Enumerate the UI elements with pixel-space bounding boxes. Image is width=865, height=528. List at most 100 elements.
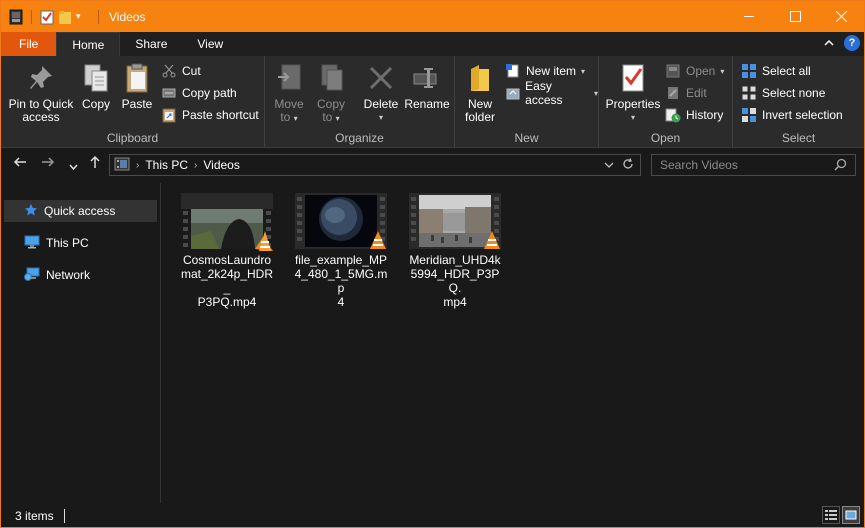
- explorer-app-icon[interactable]: [9, 9, 23, 25]
- properties-button[interactable]: Properties ▾: [605, 62, 661, 124]
- customize-qat-dropdown-icon[interactable]: ▾: [76, 9, 90, 25]
- large-icons-view-button[interactable]: [842, 506, 860, 524]
- sidebar-item-label: This PC: [46, 236, 89, 250]
- item-count: 3 items: [15, 508, 54, 523]
- breadcrumb-chevron-icon[interactable]: ›: [136, 160, 139, 171]
- move-to-button[interactable]: Move to ▾: [273, 62, 305, 125]
- collapse-ribbon-icon[interactable]: [824, 36, 834, 50]
- history-label: History: [686, 108, 724, 122]
- window-controls: [726, 1, 864, 32]
- minimize-button[interactable]: [726, 1, 772, 32]
- invert-selection-button[interactable]: Invert selection: [741, 105, 843, 125]
- up-button[interactable]: [89, 155, 101, 172]
- help-icon[interactable]: ?: [844, 35, 860, 51]
- large-icons-view-icon: [845, 510, 857, 520]
- forward-arrow-icon: [42, 157, 55, 167]
- history-button[interactable]: History: [665, 105, 723, 125]
- properties-qat-icon[interactable]: [40, 9, 54, 25]
- select-group: Select all Select none Invert selection …: [733, 56, 864, 148]
- paste-button[interactable]: Paste: [119, 62, 155, 111]
- select-all-icon: [741, 63, 757, 79]
- copy-path-button[interactable]: Copy path: [161, 83, 237, 103]
- copy-label: Copy: [81, 97, 110, 111]
- easy-access-icon: [505, 85, 520, 101]
- organize-group: Move to ▾ Copy to ▾ Delete ▾ Rename Orga…: [265, 56, 455, 148]
- sidebar-item-label: Quick access: [44, 204, 116, 218]
- search-input[interactable]: [660, 158, 830, 172]
- back-button[interactable]: [13, 155, 27, 172]
- details-view-button[interactable]: [822, 506, 840, 524]
- close-button[interactable]: [818, 1, 864, 32]
- refresh-icon[interactable]: [622, 158, 634, 173]
- file-item-cosmoslaundromat[interactable]: CosmosLaundro mat_2k24p_HDR_ P3PQ.mp4: [179, 191, 275, 309]
- copy-button[interactable]: Copy: [79, 62, 113, 111]
- tab-view[interactable]: View: [182, 32, 238, 56]
- open-icon: [665, 63, 681, 79]
- monitor-icon: [24, 235, 40, 252]
- cut-button[interactable]: Cut: [161, 61, 201, 81]
- navigation-bar: › This PC › Videos: [1, 149, 864, 181]
- breadcrumb-videos[interactable]: Videos: [203, 158, 239, 172]
- video-thumbnail: [409, 191, 501, 251]
- file-item-file-example[interactable]: file_example_MP 4_480_1_5MG.mp 4: [293, 191, 389, 309]
- toolbar-separator: [98, 9, 99, 24]
- back-arrow-icon: [13, 157, 26, 167]
- file-list: CosmosLaundro mat_2k24p_HDR_ P3PQ.mp4 fi…: [162, 183, 864, 503]
- new-folder-button[interactable]: New folder: [461, 62, 499, 124]
- delete-button[interactable]: Delete ▾: [361, 62, 401, 124]
- organize-group-label: Organize: [335, 131, 384, 145]
- tab-file[interactable]: File: [1, 32, 57, 56]
- copy-to-button[interactable]: Copy to ▾: [315, 62, 347, 125]
- open-button[interactable]: Open ▾: [665, 61, 724, 81]
- network-icon: [24, 267, 40, 284]
- paste-label: Paste: [121, 97, 153, 111]
- select-group-label: Select: [781, 131, 816, 145]
- rename-label: Rename: [404, 97, 450, 111]
- history-icon: [665, 107, 681, 123]
- address-dropdown-icon[interactable]: [604, 158, 614, 173]
- select-none-icon: [741, 85, 757, 101]
- pin-to-quick-access-button[interactable]: Pin to Quick access: [7, 62, 75, 124]
- new-item-icon: [505, 63, 521, 79]
- properties-icon: [618, 62, 648, 94]
- new-item-button[interactable]: New item ▾: [505, 61, 585, 81]
- invert-selection-icon: [741, 107, 757, 123]
- rename-icon: [412, 62, 442, 94]
- new-folder-qat-icon[interactable]: [58, 9, 72, 25]
- sidebar-item-this-pc[interactable]: This PC: [4, 232, 157, 254]
- sidebar-item-network[interactable]: Network: [4, 264, 157, 286]
- paste-shortcut-icon: [161, 107, 177, 123]
- breadcrumb-this-pc[interactable]: This PC: [145, 158, 188, 172]
- copy-icon: [81, 62, 111, 94]
- search-box[interactable]: [651, 154, 856, 176]
- copy-to-icon: [316, 62, 346, 94]
- title-bar: ▾ Videos: [1, 1, 864, 32]
- status-bar: 3 items: [1, 504, 864, 527]
- select-all-button[interactable]: Select all: [741, 61, 811, 81]
- rename-button[interactable]: Rename: [404, 62, 450, 111]
- forward-button[interactable]: [41, 155, 55, 172]
- copy-to-label-line2: to ▾: [322, 110, 340, 124]
- recent-locations-button[interactable]: [69, 158, 78, 174]
- pin-label-line2: access: [22, 110, 60, 124]
- easy-access-dropdown-icon: ▾: [593, 88, 598, 98]
- tab-share[interactable]: Share: [120, 32, 182, 56]
- sidebar-item-quick-access[interactable]: Quick access: [4, 200, 157, 222]
- tab-home[interactable]: Home: [56, 32, 121, 56]
- clipboard-group: Pin to Quick access Copy Paste Cut Copy …: [1, 56, 265, 148]
- clipboard-group-label: Clipboard: [106, 131, 159, 145]
- maximize-button[interactable]: [772, 1, 818, 32]
- paste-shortcut-button[interactable]: Paste shortcut: [161, 105, 259, 125]
- breadcrumb-chevron-icon[interactable]: ›: [194, 160, 197, 171]
- file-name: CosmosLaundro mat_2k24p_HDR_ P3PQ.mp4: [180, 253, 274, 309]
- select-none-button[interactable]: Select none: [741, 83, 825, 103]
- delete-label: Delete: [363, 97, 399, 111]
- file-item-meridian[interactable]: Meridian_UHD4k 5994_HDR_P3PQ. mp4: [407, 191, 503, 309]
- edit-button[interactable]: Edit: [665, 83, 707, 103]
- up-arrow-icon: [90, 155, 100, 168]
- pin-icon: [26, 62, 56, 94]
- search-icon[interactable]: [834, 158, 847, 174]
- move-to-label-line2: to ▾: [280, 110, 298, 124]
- easy-access-button[interactable]: Easy access ▾: [505, 79, 598, 107]
- address-bar[interactable]: › This PC › Videos: [109, 154, 641, 176]
